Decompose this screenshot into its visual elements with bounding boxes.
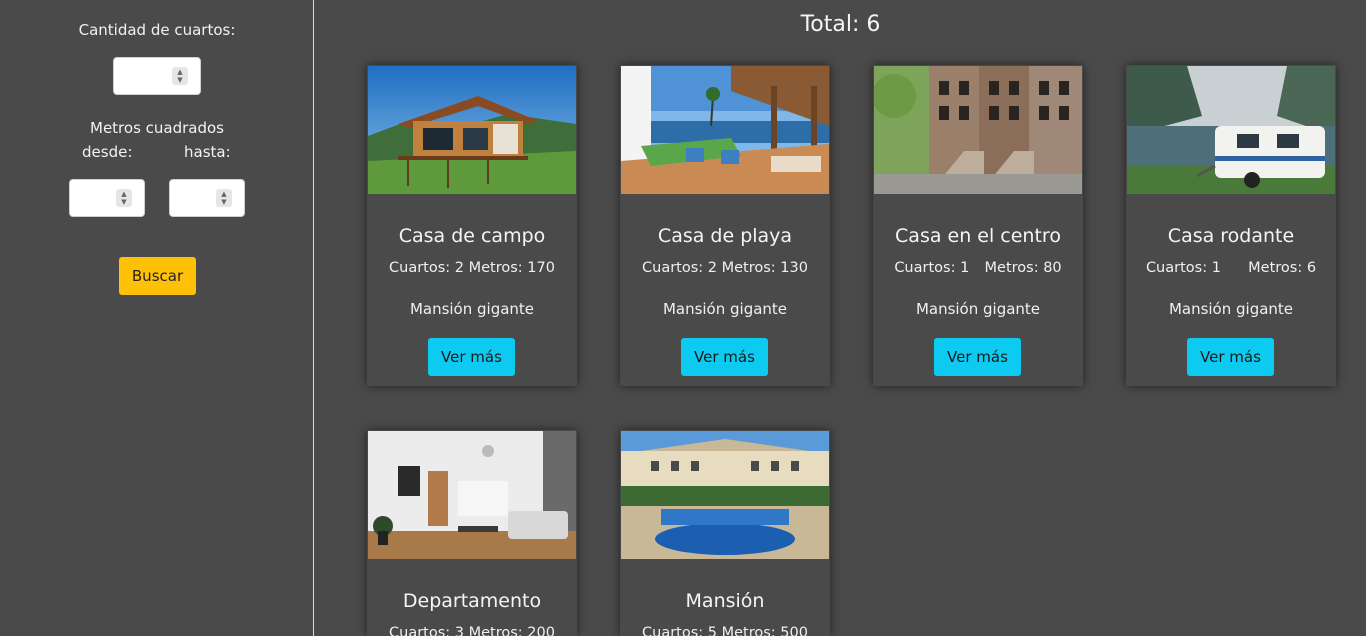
card-title: Casa de campo: [398, 225, 546, 247]
property-card: Casa en el centro Cuartos: 1 Metros: 80 …: [873, 65, 1083, 386]
rooms-input[interactable]: ▲ ▼: [113, 57, 201, 95]
property-card: Mansión Cuartos: 5 Metros: 500: [620, 430, 830, 636]
camper-van-photo: [1127, 66, 1335, 194]
card-title: Mansión: [685, 590, 765, 612]
card-meta: Cuartos: 1 Metros: 6: [1126, 260, 1336, 276]
card-rooms: Cuartos: 1: [1145, 260, 1221, 276]
card-title: Departamento: [402, 590, 542, 612]
view-more-button[interactable]: Ver más: [934, 338, 1021, 376]
card-meters: Metros: 170: [468, 260, 555, 276]
card-rooms: Cuartos: 2: [389, 260, 465, 276]
card-description: Mansión gigante: [1168, 300, 1294, 318]
apartment-interior-photo: [368, 431, 576, 559]
spinner-icon[interactable]: ▲ ▼: [172, 67, 188, 85]
results-total: Total: 6: [800, 12, 881, 37]
card-meta: Cuartos: 2 Metros: 130: [620, 260, 830, 276]
card-meters: Metros: 500: [721, 625, 808, 636]
spinner-icon[interactable]: ▲ ▼: [116, 189, 132, 207]
property-card: Casa de playa Cuartos: 2 Metros: 130 Man…: [620, 65, 830, 386]
property-card: Casa de campo Cuartos: 2 Metros: 170 Man…: [367, 65, 577, 386]
card-meters: Metros: 130: [721, 260, 808, 276]
card-meters: Metros: 6: [1248, 260, 1317, 276]
card-meta: Cuartos: 3 Metros: 200: [367, 625, 577, 636]
card-description: Mansión gigante: [409, 300, 535, 318]
card-description: Mansión gigante: [915, 300, 1041, 318]
mountain-house-photo: [368, 66, 576, 194]
city-townhouses-photo: [874, 66, 1082, 194]
card-rooms: Cuartos: 2: [642, 260, 718, 276]
property-card: Casa rodante Cuartos: 1 Metros: 6 Mansió…: [1126, 65, 1336, 386]
view-more-button[interactable]: Ver más: [681, 338, 768, 376]
beach-terrace-photo: [621, 66, 829, 194]
card-meta: Cuartos: 5 Metros: 500: [620, 625, 830, 636]
card-rooms: Cuartos: 1: [894, 260, 970, 276]
mansion-pool-photo: [621, 431, 829, 559]
spinner-icon[interactable]: ▲ ▼: [216, 189, 232, 207]
card-rooms: Cuartos: 3: [389, 625, 465, 636]
property-card: Departamento Cuartos: 3 Metros: 200: [367, 430, 577, 636]
meters-from-input[interactable]: ▲ ▼: [69, 179, 145, 217]
card-meters: Metros: 80: [984, 260, 1062, 276]
rooms-label: Cantidad de cuartos:: [78, 21, 236, 39]
view-more-button[interactable]: Ver más: [428, 338, 515, 376]
card-meters: Metros: 200: [468, 625, 555, 636]
to-label: hasta:: [184, 143, 231, 161]
from-label: desde:: [82, 143, 133, 161]
card-meta: Cuartos: 1 Metros: 80: [873, 260, 1083, 276]
card-description: Mansión gigante: [662, 300, 788, 318]
meters-to-input[interactable]: ▲ ▼: [169, 179, 245, 217]
view-more-button[interactable]: Ver más: [1187, 338, 1274, 376]
card-rooms: Cuartos: 5: [642, 625, 718, 636]
card-title: Casa en el centro: [895, 225, 1061, 247]
card-meta: Cuartos: 2 Metros: 170: [367, 260, 577, 276]
search-button[interactable]: Buscar: [119, 257, 196, 295]
filter-sidebar: Cantidad de cuartos: ▲ ▼ Metros cuadrados…: [0, 0, 314, 636]
card-title: Casa rodante: [1167, 225, 1295, 247]
card-title: Casa de playa: [657, 225, 793, 247]
meters-label: Metros cuadrados: [90, 119, 224, 137]
